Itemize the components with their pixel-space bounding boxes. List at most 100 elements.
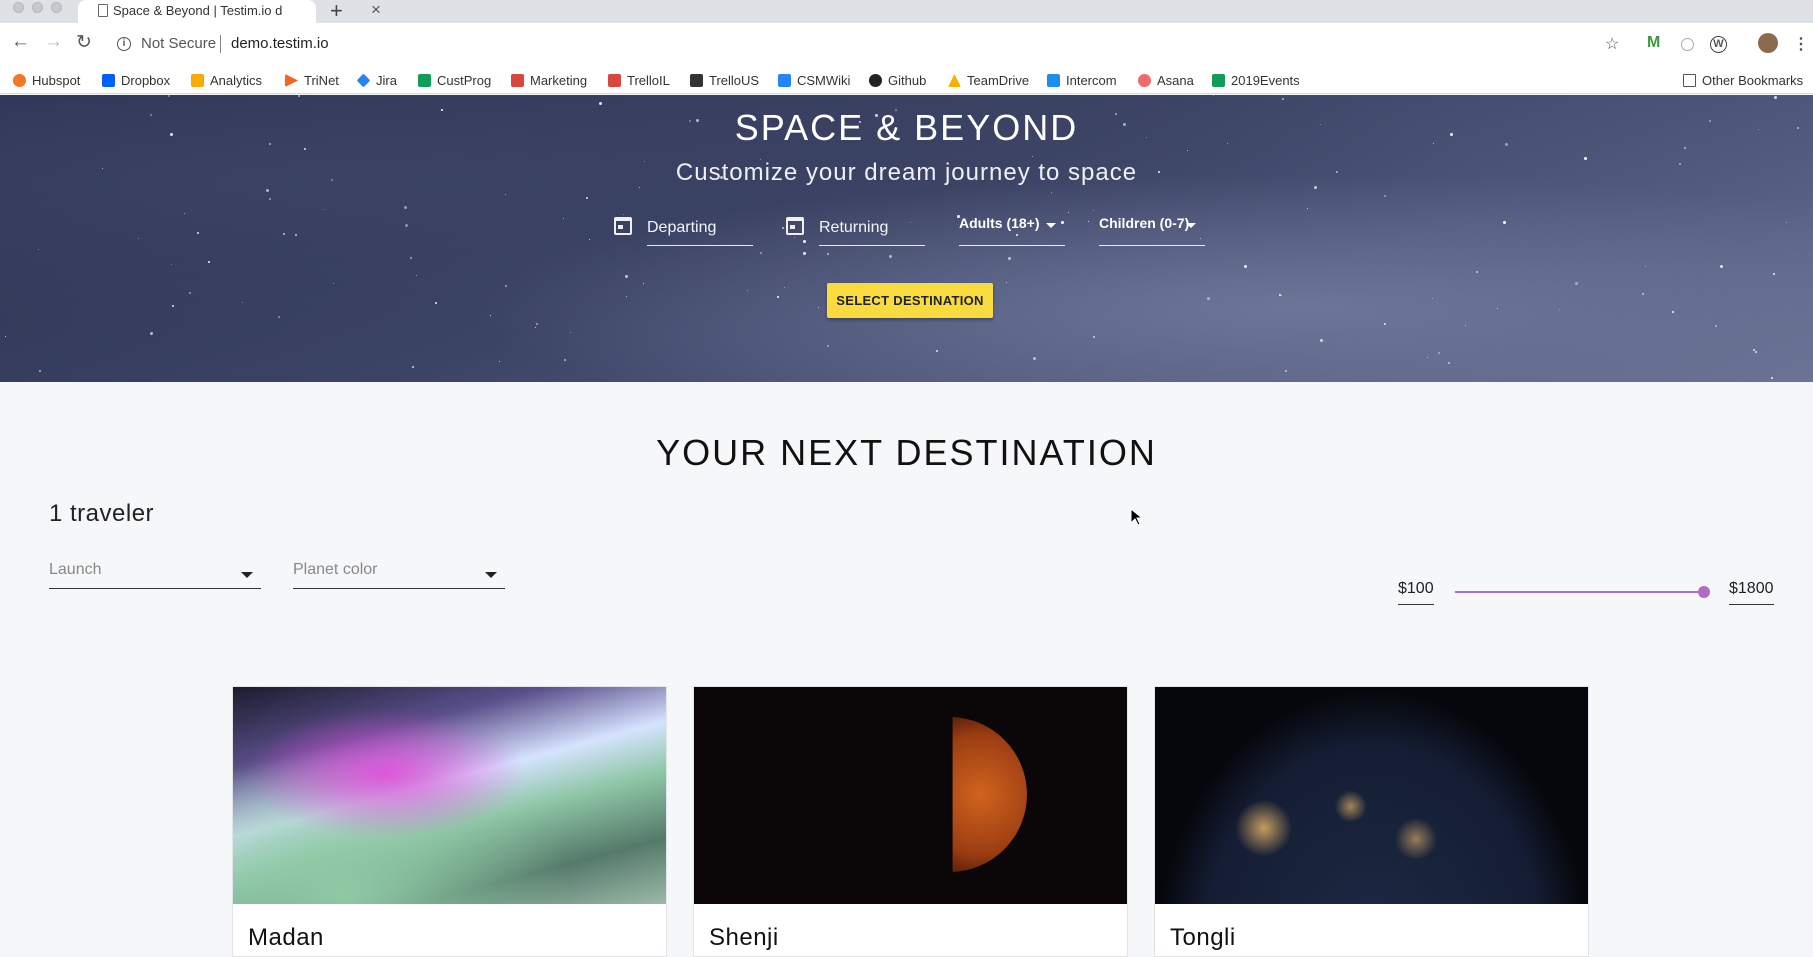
- forward-icon[interactable]: →: [44, 31, 63, 53]
- star: [197, 232, 199, 234]
- children-dropdown[interactable]: Children (0-7): [1099, 213, 1205, 246]
- price-slider-thumb[interactable]: [1698, 586, 1710, 598]
- back-icon[interactable]: ←: [11, 31, 30, 53]
- bookmark-custprog[interactable]: CustProg: [418, 67, 491, 94]
- intercom-icon: [1047, 74, 1060, 87]
- star: [172, 305, 174, 307]
- address-bar[interactable]: demo.testim.io: [231, 35, 329, 52]
- star: [1672, 311, 1674, 313]
- star: [794, 237, 795, 238]
- new-tab-icon[interactable]: +: [330, 0, 343, 24]
- bookmark-label: 2019Events: [1231, 73, 1300, 88]
- bookmark-intercom[interactable]: Intercom: [1047, 67, 1117, 94]
- star: [412, 366, 414, 368]
- avatar[interactable]: [1758, 33, 1778, 53]
- adults-dropdown[interactable]: Adults (18+): [959, 213, 1065, 246]
- security-label[interactable]: Not Secure: [141, 35, 216, 52]
- bookmark-star-icon[interactable]: ☆: [1605, 34, 1619, 54]
- bookmark-github[interactable]: Github: [869, 67, 926, 94]
- star: [747, 290, 748, 291]
- star: [782, 227, 784, 229]
- bookmark-2019events[interactable]: 2019Events: [1212, 67, 1300, 94]
- wordpress-extension-icon[interactable]: W: [1710, 36, 1727, 53]
- star: [818, 307, 819, 308]
- gmail-extension-icon[interactable]: M: [1647, 34, 1660, 52]
- star: [405, 224, 408, 227]
- bookmark-teamdrive[interactable]: TeamDrive: [948, 67, 1029, 94]
- bookmark-asana[interactable]: Asana: [1138, 67, 1194, 94]
- planet-color-select[interactable]: Planet color: [293, 554, 505, 589]
- star: [827, 345, 829, 347]
- star: [1281, 295, 1282, 296]
- star: [1384, 195, 1386, 197]
- star: [626, 296, 627, 297]
- select-destination-button[interactable]: SELECT DESTINATION: [827, 283, 993, 318]
- star: [1786, 222, 1787, 223]
- star: [535, 327, 536, 328]
- section-title: YOUR NEXT DESTINATION: [656, 432, 1157, 473]
- bookmark-analytics[interactable]: Analytics: [191, 67, 262, 94]
- bookmark-hubspot[interactable]: Hubspot: [13, 67, 80, 94]
- browser-tab[interactable]: Space & Beyond | Testim.io de ×: [78, 0, 381, 23]
- star: [1384, 323, 1386, 325]
- departing-date-field[interactable]: Departing: [614, 213, 753, 246]
- bookmark-label: TrelloIL: [627, 73, 670, 88]
- star: [39, 370, 41, 372]
- star: [1642, 293, 1644, 295]
- trinet-icon: [285, 74, 298, 87]
- star: [1645, 266, 1646, 267]
- destination-card[interactable]: Tongli: [1154, 686, 1589, 957]
- star: [490, 315, 491, 316]
- bookmark-trinet[interactable]: TriNet: [285, 67, 339, 94]
- bookmark-marketing[interactable]: Marketing: [511, 67, 587, 94]
- bookmark-trelloil[interactable]: TrelloIL: [608, 67, 670, 94]
- price-slider-track[interactable]: [1455, 591, 1705, 593]
- bookmark-label: CSMWiki: [797, 73, 851, 88]
- trello-icon: [608, 74, 621, 87]
- minimize-window-icon[interactable]: [32, 2, 43, 13]
- mouse-cursor-icon: [1130, 508, 1142, 526]
- other-bookmarks[interactable]: Other Bookmarks: [1683, 67, 1803, 94]
- bookmark-label: Github: [888, 73, 927, 88]
- maximize-window-icon[interactable]: [51, 2, 62, 13]
- info-icon[interactable]: i: [117, 37, 131, 51]
- star: [784, 287, 785, 288]
- traveler-count: 1 traveler: [49, 500, 155, 527]
- close-tab-icon[interactable]: ×: [371, 0, 381, 20]
- bookmark-trellous[interactable]: TrelloUS: [690, 67, 759, 94]
- star: [1285, 370, 1287, 372]
- destination-card[interactable]: Shenji: [693, 686, 1128, 957]
- google-drive-icon: [948, 74, 961, 87]
- bookmark-label: Analytics: [210, 73, 263, 88]
- bookmark-csmwiki[interactable]: CSMWiki: [778, 67, 850, 94]
- star: [1307, 208, 1308, 209]
- bookmark-dropbox[interactable]: Dropbox: [102, 67, 170, 94]
- sheets-icon: [418, 74, 431, 87]
- extension-circle-icon[interactable]: [1681, 38, 1694, 51]
- star: [404, 206, 407, 209]
- reload-icon[interactable]: ↻: [76, 31, 92, 54]
- star: [138, 238, 139, 239]
- launch-select[interactable]: Launch: [49, 554, 261, 589]
- star: [564, 359, 566, 361]
- star: [889, 255, 892, 258]
- star: [416, 275, 417, 276]
- chevron-down-icon: [241, 572, 253, 578]
- confluence-icon: [778, 74, 791, 87]
- bookmark-label: Hubspot: [32, 73, 81, 88]
- star: [189, 292, 191, 294]
- hubspot-icon: [13, 74, 26, 87]
- close-window-icon[interactable]: [13, 2, 24, 13]
- star: [1093, 336, 1095, 338]
- bookmark-label: TrelloUS: [709, 73, 760, 88]
- bookmark-jira[interactable]: Jira: [356, 67, 397, 94]
- document-icon: [98, 4, 108, 17]
- star: [1427, 357, 1428, 358]
- star: [1207, 297, 1210, 300]
- star: [242, 302, 243, 303]
- destination-card[interactable]: Madan: [232, 686, 667, 957]
- returning-date-field[interactable]: Returning: [786, 213, 925, 246]
- analytics-icon: [191, 74, 204, 87]
- destination-image: [694, 687, 1127, 904]
- menu-icon[interactable]: ⋮: [1793, 34, 1809, 54]
